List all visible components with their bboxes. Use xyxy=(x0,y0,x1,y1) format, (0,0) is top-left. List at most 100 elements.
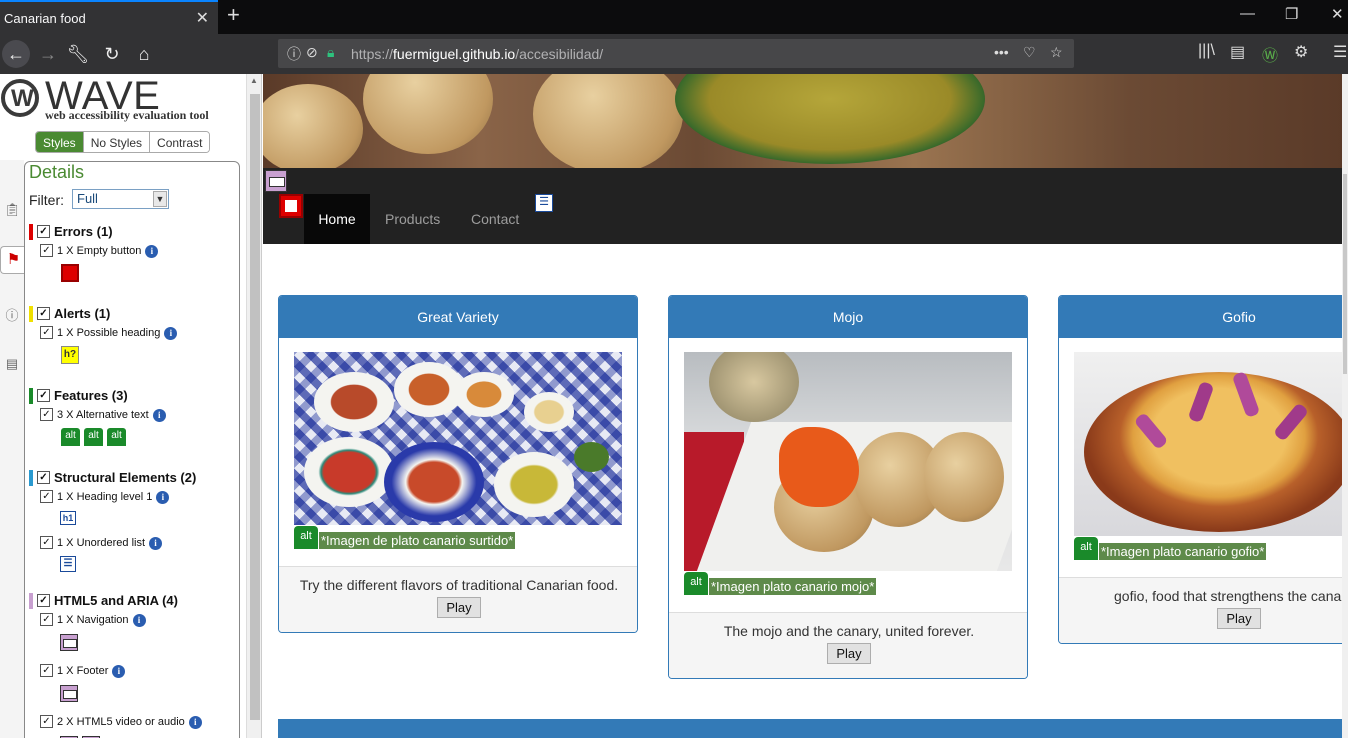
play-button[interactable]: Play xyxy=(827,643,871,664)
nav-home[interactable]: Home xyxy=(304,194,370,244)
page-actions-icon[interactable]: ••• xyxy=(994,44,1009,60)
item-checkbox[interactable]: ✓ xyxy=(40,664,53,677)
forward-arrow-icon[interactable]: → xyxy=(36,42,60,66)
footer-aria-icon[interactable] xyxy=(60,685,78,702)
page-viewport: Home Products Contact ☰ Great Variety al… xyxy=(263,74,1348,738)
menu-icon[interactable]: ☰ xyxy=(1333,42,1347,62)
alt-text-feature-icon[interactable]: alt xyxy=(61,428,80,446)
browser-tab[interactable]: Canarian food ✕ xyxy=(0,0,218,34)
card-gofio: Gofio alt *Imagen plato canario gofio* go… xyxy=(1058,295,1348,644)
details-flag-icon[interactable]: ⚑ xyxy=(0,246,26,274)
new-tab-icon[interactable]: + xyxy=(227,4,240,26)
info-icon[interactable]: i xyxy=(112,665,126,678)
item-checkbox[interactable]: ✓ xyxy=(40,715,53,728)
heading-level-1-icon[interactable]: h1 xyxy=(60,511,76,525)
alt-text-feature-icon[interactable]: alt xyxy=(107,428,126,446)
address-bar[interactable]: ⓘ ⊘ 🔒︎ https://fuermiguel.github.io/acce… xyxy=(278,39,1074,68)
wave-scrollbar[interactable]: ▲ xyxy=(246,74,261,738)
alt-text: *Imagen plato canario mojo* xyxy=(709,578,877,595)
item-checkbox[interactable]: ✓ xyxy=(40,613,53,626)
minimize-icon[interactable]: — xyxy=(1240,5,1255,22)
summary-clipboard-icon[interactable]: 📋︎ xyxy=(4,202,21,218)
reader-view-icon[interactable]: ▤ xyxy=(1230,42,1245,62)
gofio-food-image xyxy=(1074,352,1348,536)
plate-decoration xyxy=(304,437,394,507)
item-checkbox[interactable]: ✓ xyxy=(40,490,53,503)
wave-list-icon[interactable]: ☰ xyxy=(535,194,553,212)
wave-empty-button-icon[interactable] xyxy=(279,194,303,218)
alt-text: *Imagen plato canario gofio* xyxy=(1099,543,1267,560)
tab-no-styles[interactable]: No Styles xyxy=(83,132,151,152)
item-checkbox[interactable]: ✓ xyxy=(40,326,53,339)
info-icon[interactable]: i xyxy=(156,491,170,504)
wave-logo-icon: W xyxy=(1,79,39,117)
home-icon[interactable]: ⌂ xyxy=(132,42,156,66)
reload-icon[interactable]: ↻ xyxy=(100,42,124,66)
avocado-decoration xyxy=(574,442,609,472)
info-icon[interactable]: ⓘ xyxy=(287,44,301,64)
documentation-info-icon[interactable]: ⓘ xyxy=(4,305,20,323)
window-close-icon[interactable]: ✕ xyxy=(1331,5,1344,23)
back-arrow-icon[interactable]: ← xyxy=(2,40,30,68)
page-scroll-thumb[interactable] xyxy=(1343,174,1347,374)
outline-document-icon[interactable]: ▤ xyxy=(4,356,20,372)
restore-icon[interactable]: ❐ xyxy=(1285,5,1298,23)
info-icon[interactable]: i xyxy=(164,327,178,340)
library-icon[interactable]: |||\ xyxy=(1198,42,1215,60)
play-button[interactable]: Play xyxy=(1217,608,1261,629)
page-scrollbar[interactable] xyxy=(1342,74,1348,738)
category-checkbox[interactable]: ✓ xyxy=(37,594,50,607)
info-icon[interactable]: i xyxy=(145,245,159,258)
info-icon[interactable]: i xyxy=(188,716,202,729)
item-checkbox[interactable]: ✓ xyxy=(40,244,53,257)
bookmark-star-icon[interactable]: ☆ xyxy=(1050,44,1063,61)
play-button[interactable]: Play xyxy=(437,597,481,618)
alt-badge-icon[interactable]: alt xyxy=(684,572,708,595)
lock-icon[interactable]: 🔒︎ xyxy=(327,44,334,61)
style-tabs: Styles No Styles Contrast xyxy=(35,131,211,153)
card-footer: The mojo and the canary, united forever.… xyxy=(669,612,1027,678)
filter-label: Filter: xyxy=(29,192,64,208)
wave-extension-icon[interactable]: Ⓦ xyxy=(1262,42,1278,66)
details-title: Details xyxy=(29,162,85,182)
details-panel: Details Filter: Full ▼ ✓ Errors (1) ✓ 1 … xyxy=(24,161,240,738)
category-checkbox[interactable]: ✓ xyxy=(37,225,50,238)
item-checkbox[interactable]: ✓ xyxy=(40,408,53,421)
info-icon[interactable]: i xyxy=(152,409,166,422)
scroll-up-icon[interactable]: ▲ xyxy=(250,76,258,85)
alt-text-feature-icon[interactable]: alt xyxy=(84,428,103,446)
filter-select[interactable]: Full ▼ xyxy=(72,189,169,209)
tab-contrast[interactable]: Contrast xyxy=(150,132,210,152)
alt-badge-icon[interactable]: alt xyxy=(294,526,318,549)
category-checkbox[interactable]: ✓ xyxy=(37,307,50,320)
navigation-aria-icon[interactable] xyxy=(60,634,78,651)
tab-styles[interactable]: Styles xyxy=(36,132,84,152)
possible-heading-alert-icon[interactable]: h? xyxy=(61,346,79,364)
info-icon[interactable]: i xyxy=(149,537,163,550)
wrench-icon[interactable]: 🔧︎ xyxy=(66,42,90,66)
category-color-bar xyxy=(29,224,33,240)
category-checkbox[interactable]: ✓ xyxy=(37,471,50,484)
potato-decoration xyxy=(924,432,1004,522)
potato-decoration xyxy=(363,74,493,154)
nav-products[interactable]: Products xyxy=(385,194,440,244)
unordered-list-icon[interactable]: ☰ xyxy=(60,556,76,572)
alt-badge-icon[interactable]: alt xyxy=(1074,537,1098,560)
card-mojo: Mojo alt *Imagen plato canario mojo* The … xyxy=(668,295,1028,679)
settings-gear-icon[interactable]: ⚙ xyxy=(1294,42,1308,62)
info-icon[interactable]: i xyxy=(132,614,146,627)
empty-button-error-icon[interactable] xyxy=(61,264,79,282)
card-description: Try the different flavors of traditional… xyxy=(299,577,619,593)
plate-decoration xyxy=(524,392,574,432)
pocket-icon[interactable]: ♡ xyxy=(1023,44,1036,61)
tab-close-icon[interactable]: ✕ xyxy=(196,8,209,28)
wave-navigation-icon[interactable] xyxy=(265,170,287,192)
item-checkbox[interactable]: ✓ xyxy=(40,536,53,549)
alt-text: *Imagen de plato canario surtido* xyxy=(319,532,516,549)
bottom-section-header xyxy=(278,719,1348,738)
permissions-icon[interactable]: ⊘ xyxy=(306,44,318,61)
category-checkbox[interactable]: ✓ xyxy=(37,389,50,402)
site-navbar: Home Products Contact xyxy=(263,168,1348,244)
nav-contact[interactable]: Contact xyxy=(471,194,519,244)
scroll-thumb[interactable] xyxy=(250,94,260,720)
